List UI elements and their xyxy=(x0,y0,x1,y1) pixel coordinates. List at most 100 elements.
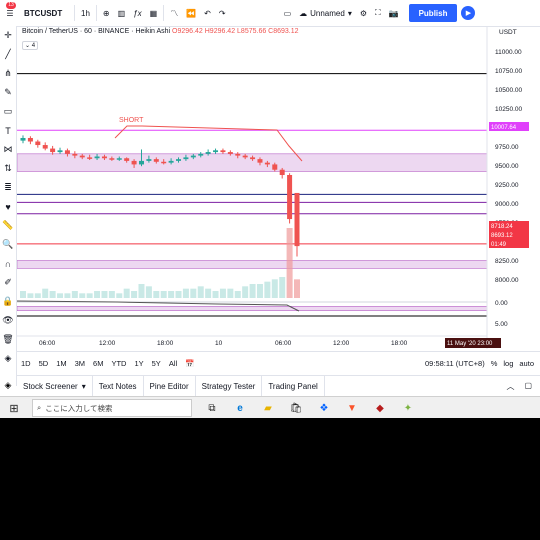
tab-strategy-tester[interactable]: Strategy Tester xyxy=(196,376,263,396)
undo-button[interactable]: ↶ xyxy=(200,0,215,26)
timeframe-1d[interactable]: 1D xyxy=(17,359,35,368)
date-range-button[interactable]: 📅 xyxy=(181,359,198,368)
lock-tool[interactable]: 🔒 xyxy=(0,292,16,311)
brave-app[interactable]: ▼ xyxy=(344,400,360,416)
magnet-tool[interactable]: ∩ xyxy=(0,254,16,273)
measure-tool[interactable]: 📏 xyxy=(0,216,16,235)
fib-tool[interactable]: ≣ xyxy=(0,178,16,197)
timeframe-ytd[interactable]: YTD xyxy=(107,359,130,368)
rectangle-tool[interactable]: ▭ xyxy=(0,102,16,121)
tab-stock-screener[interactable]: Stock Screener ▾ xyxy=(17,376,93,396)
indicator-toggle[interactable]: ⌄ 4 xyxy=(22,41,39,50)
price-zone xyxy=(17,260,488,269)
interval-selector[interactable]: 1h xyxy=(77,0,94,26)
hide-tool[interactable]: 👁 xyxy=(0,311,16,330)
timeframe-5y[interactable]: 5Y xyxy=(148,359,165,368)
price-tick-label: 10250.00 xyxy=(495,106,522,113)
maximize-icon[interactable]: ▢ xyxy=(524,381,532,392)
compare-button[interactable]: ⊕ xyxy=(99,0,114,26)
edge-app[interactable]: e xyxy=(232,400,248,416)
volume-bar xyxy=(190,288,197,298)
candle-body xyxy=(94,156,100,159)
folder-icon: ▰ xyxy=(264,402,272,414)
timeframe-3m[interactable]: 3M xyxy=(71,359,89,368)
prediction-tool[interactable]: ⇅ xyxy=(0,159,16,178)
object-tree-tool[interactable]: ◈ xyxy=(0,349,16,368)
alert-button[interactable]: 〽 xyxy=(166,0,182,26)
brush-tool[interactable]: ✎ xyxy=(0,83,16,102)
candle-body xyxy=(72,153,78,156)
replay-button[interactable]: ⏪ xyxy=(182,0,200,26)
settings-corner[interactable]: ◈ xyxy=(0,375,16,395)
publish-button[interactable]: Publish xyxy=(408,4,458,22)
candle-body xyxy=(168,160,174,163)
tab-label: Trading Panel xyxy=(268,381,318,391)
timeframe-all[interactable]: All xyxy=(165,359,181,368)
chart-type-button[interactable]: ▥ xyxy=(114,0,130,26)
chart-area[interactable]: SHORT USDT 11000.00 10750.00 10500.00 10250.… xyxy=(17,26,540,349)
text-tool[interactable]: T xyxy=(0,121,16,140)
tab-pine-editor[interactable]: Pine Editor xyxy=(144,376,196,396)
search-icon: ⌕ xyxy=(37,403,42,412)
timeframe-1m[interactable]: 1M xyxy=(52,359,70,368)
undo-icon: ↶ xyxy=(204,8,211,18)
snapshot-button[interactable]: 📷 xyxy=(385,0,403,26)
settings-button[interactable]: ⚙ xyxy=(356,0,371,26)
candles-icon: ▥ xyxy=(117,8,126,18)
cloud-icon: ☁ xyxy=(299,8,308,18)
taskbar-search[interactable]: ⌕ ここに入力して検索 xyxy=(32,399,192,417)
timeframe-1y[interactable]: 1Y xyxy=(130,359,147,368)
volume-bar xyxy=(20,291,26,298)
crosshair-icon: ✛ xyxy=(4,30,12,40)
log-toggle[interactable]: log xyxy=(503,359,513,368)
play-button[interactable]: ▶ xyxy=(457,0,479,26)
fullscreen-button[interactable]: ⛶ xyxy=(371,0,385,26)
app-tools[interactable]: ✦ xyxy=(400,400,416,416)
price-tick-label: 9000.00 xyxy=(495,201,519,208)
dropbox-app[interactable]: ❖ xyxy=(316,400,332,416)
candle-body xyxy=(294,192,300,247)
tab-text-notes[interactable]: Text Notes xyxy=(93,376,144,396)
lock-icon: 🔒 xyxy=(2,296,14,306)
trendline-tool[interactable]: ╱ xyxy=(0,45,16,64)
crosshair-tool[interactable]: ✛ xyxy=(0,26,16,45)
candle-body xyxy=(124,158,130,161)
volume-bar xyxy=(205,288,212,298)
gear-icon: ⚙ xyxy=(359,8,367,18)
candle-body xyxy=(161,161,167,164)
tab-label: Text Notes xyxy=(98,381,137,391)
stay-drawing-tool[interactable]: ✐ xyxy=(0,273,16,292)
bottom-panel-tabs: Stock Screener ▾ Text Notes Pine Editor … xyxy=(17,375,540,397)
volume-bar xyxy=(79,293,86,298)
pattern-tool[interactable]: ⋈ xyxy=(0,140,16,159)
candle-body xyxy=(101,156,107,159)
percent-toggle[interactable]: % xyxy=(491,359,498,368)
pitchfork-tool[interactable]: ⋔ xyxy=(0,64,16,83)
auto-toggle[interactable]: auto xyxy=(519,359,534,368)
task-view-button[interactable]: ⧉ xyxy=(204,400,220,416)
magnet-icon: ∩ xyxy=(4,258,12,269)
timeframe-6m[interactable]: 6M xyxy=(89,359,107,368)
explorer-app[interactable]: ▰ xyxy=(260,400,276,416)
remove-tool[interactable]: 🗑 xyxy=(0,330,16,349)
clock-label[interactable]: 09:58:11 (UTC+8) xyxy=(425,359,485,368)
menu-button[interactable]: ☰ 13 xyxy=(0,0,20,26)
redo-button[interactable]: ↷ xyxy=(215,0,230,26)
templates-button[interactable]: ▦ xyxy=(146,0,162,26)
indicators-button[interactable]: ƒx xyxy=(129,0,145,26)
timeframe-5d[interactable]: 5D xyxy=(35,359,53,368)
chevron-up-icon[interactable]: ︿ xyxy=(506,381,514,392)
price-chart[interactable]: SHORT USDT 11000.00 10750.00 10500.00 10250.… xyxy=(17,26,540,349)
layout-button[interactable]: ▭ xyxy=(280,0,296,26)
zoom-tool[interactable]: 🔍 xyxy=(0,235,16,254)
tab-trading-panel[interactable]: Trading Panel xyxy=(262,376,325,396)
app-red[interactable]: ◆ xyxy=(372,400,388,416)
start-button[interactable]: ⊞ xyxy=(6,400,22,416)
store-app[interactable]: 🛍 xyxy=(288,400,304,416)
camera-icon: 📷 xyxy=(388,8,399,18)
volume-bar xyxy=(242,286,249,298)
chart-name[interactable]: ☁ Unnamed ▾ xyxy=(295,0,356,26)
time-tick-label: 06:00 xyxy=(275,340,292,347)
symbol-search[interactable]: BTCUSDT xyxy=(20,0,72,26)
icon-tool[interactable]: ♥ xyxy=(0,197,16,216)
